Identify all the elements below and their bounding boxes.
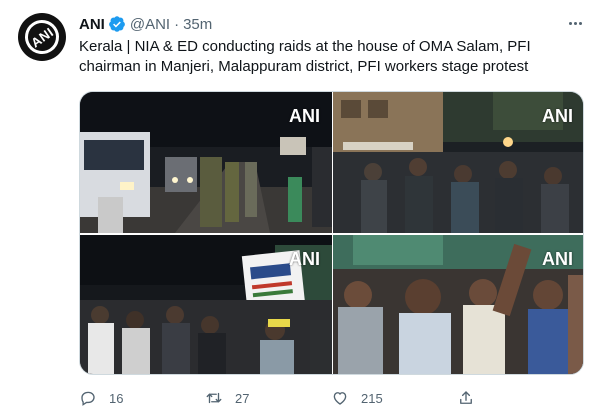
- heart-icon: [333, 392, 347, 405]
- author-handle[interactable]: @ANI: [130, 16, 170, 33]
- watermark-ani: ANI: [289, 249, 320, 269]
- avatar[interactable]: ANI: [18, 13, 66, 61]
- tweet[interactable]: ANI ANI @ANI · 35m Kerala | NIA & ED con…: [0, 0, 602, 417]
- watermark-ani: ANI: [289, 106, 320, 126]
- photo-protesters-shouting[interactable]: ANI: [333, 235, 583, 374]
- reply-icon: [81, 391, 95, 406]
- photo-crowd-gathering[interactable]: ANI: [333, 92, 583, 233]
- tweet-text: Kerala | NIA & ED conducting raids at th…: [79, 38, 531, 75]
- photo-protest-placard[interactable]: ANI: [80, 235, 332, 374]
- share-button[interactable]: [457, 385, 583, 411]
- tweet-header: ANI @ANI · 35m: [79, 13, 212, 35]
- watermark-ani: ANI: [542, 106, 573, 126]
- tweet-timestamp[interactable]: 35m: [183, 16, 212, 33]
- avatar-logo-text: ANI: [27, 24, 57, 50]
- reply-count: 16: [109, 390, 124, 406]
- author-name[interactable]: ANI: [79, 16, 105, 33]
- retweet-button[interactable]: 27: [205, 385, 331, 411]
- like-button[interactable]: 215: [331, 385, 457, 411]
- watermark-ani: ANI: [542, 249, 573, 269]
- reply-button[interactable]: 16: [79, 385, 205, 411]
- header-separator: ·: [174, 15, 180, 33]
- share-icon: [460, 391, 472, 404]
- like-count: 215: [361, 390, 383, 406]
- photo-police-vehicles-night[interactable]: ANI: [80, 92, 332, 233]
- retweet-count: 27: [235, 390, 250, 406]
- ani-logo: ANI: [18, 13, 66, 61]
- retweet-icon: [206, 392, 222, 404]
- more-options-icon[interactable]: [564, 14, 586, 32]
- media-grid: ANI ANI ANI ANI: [79, 91, 584, 375]
- verified-badge-icon: [108, 16, 125, 32]
- action-bar: 16 27 215: [79, 385, 584, 411]
